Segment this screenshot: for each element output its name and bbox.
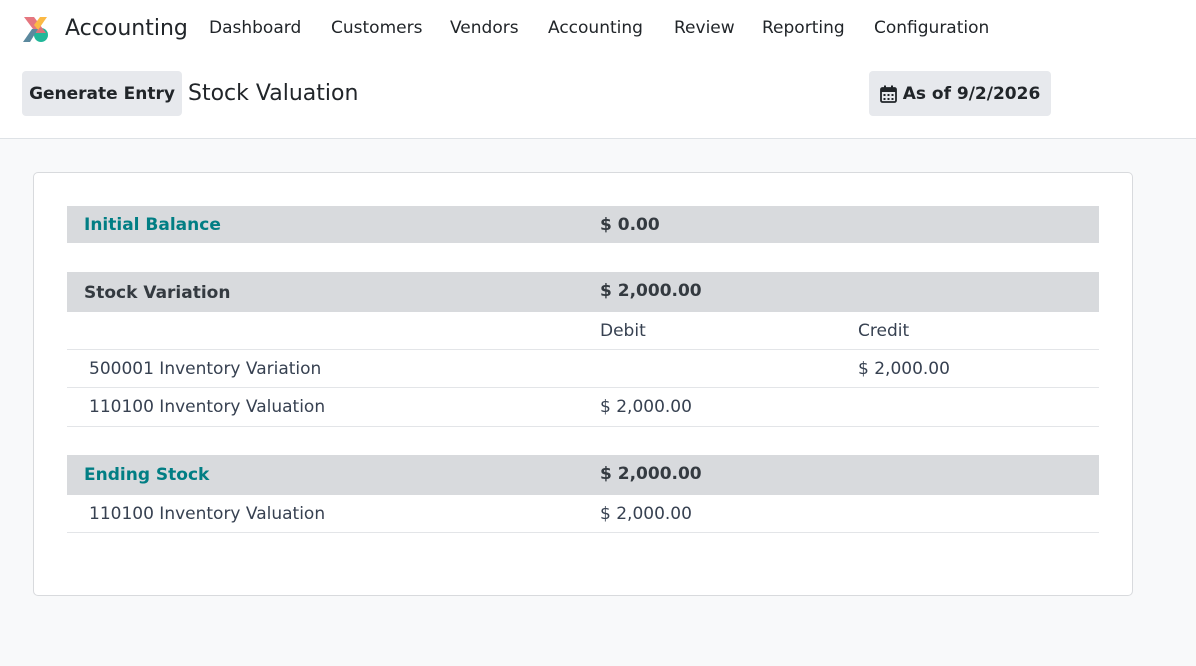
nav-review[interactable]: Review [674,18,735,38]
stock-valuation-report: Initial Balance $ 0.00 Stock Variation $… [33,172,1133,596]
app-name[interactable]: Accounting [65,16,188,41]
table-row: 500001 Inventory Variation $ 2,000.00 [67,350,1099,388]
initial-balance-label[interactable]: Initial Balance [84,215,221,235]
nav-dashboard[interactable]: Dashboard [209,18,301,38]
account-cell: 110100 Inventory Valuation [89,504,326,524]
date-filter-button[interactable]: As of 9/2/2026 [869,71,1051,116]
table-row: 110100 Inventory Valuation $ 2,000.00 [67,388,1099,427]
stock-variation-header-row: Debit Credit [67,312,1099,350]
nav-accounting[interactable]: Accounting [548,18,643,38]
nav-vendors[interactable]: Vendors [450,18,519,38]
ending-stock-band: Ending Stock $ 2,000.00 [67,455,1099,495]
nav-customers[interactable]: Customers [331,18,422,38]
debit-cell: $ 2,000.00 [600,504,692,524]
control-panel: Generate Entry Stock Valuation As of 9/2… [0,59,1196,139]
odoo-accounting-logo-icon[interactable] [20,14,50,44]
credit-cell: $ 2,000.00 [858,359,950,379]
table-row: 110100 Inventory Valuation $ 2,000.00 [67,495,1099,533]
generate-entry-button[interactable]: Generate Entry [22,71,182,116]
stock-variation-band: Stock Variation $ 2,000.00 [67,272,1099,312]
column-header-credit: Credit [858,321,910,341]
stock-variation-value: $ 2,000.00 [600,281,702,301]
ending-stock-label[interactable]: Ending Stock [84,465,209,485]
account-cell: 500001 Inventory Variation [89,359,322,379]
nav-reporting[interactable]: Reporting [762,18,845,38]
initial-balance-value: $ 0.00 [600,215,660,235]
top-navbar: Accounting Dashboard Customers Vendors A… [0,0,1196,59]
content-area: Initial Balance $ 0.00 Stock Variation $… [0,139,1196,666]
nav-configuration[interactable]: Configuration [874,18,989,38]
column-header-debit: Debit [600,321,646,341]
debit-cell: $ 2,000.00 [600,397,692,417]
ending-stock-value: $ 2,000.00 [600,464,702,484]
page-title: Stock Valuation [188,81,359,106]
calendar-icon [879,85,897,103]
stock-variation-label: Stock Variation [84,283,231,303]
initial-balance-band: Initial Balance $ 0.00 [67,206,1099,243]
account-cell: 110100 Inventory Valuation [89,397,326,417]
date-filter-label: As of 9/2/2026 [902,83,1041,104]
